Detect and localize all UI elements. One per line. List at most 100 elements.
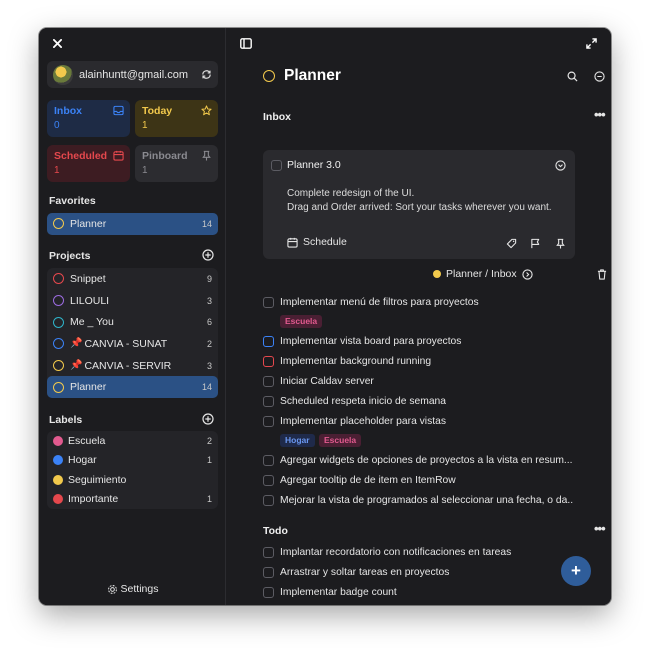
task-checkbox[interactable] xyxy=(263,547,274,558)
label-item-importante[interactable]: Importante 1 xyxy=(47,490,218,510)
task-checkbox[interactable] xyxy=(263,495,274,506)
project-item-lilouli[interactable]: LILOULI 3 xyxy=(47,290,218,312)
main-panel: Planner Inbox ••• Planner 3.0 Complete r… xyxy=(227,28,611,605)
task-row[interactable]: Implementar menú de filtros para proyect… xyxy=(263,297,573,308)
todo-section-title: Todo xyxy=(263,525,288,537)
task-row[interactable]: Scheduled respeta inicio de semana xyxy=(263,396,573,407)
task-row[interactable]: Implementar vista board para proyectos xyxy=(263,336,573,347)
pushpin-icon: 📌 xyxy=(70,360,83,372)
label-dot-icon xyxy=(53,474,63,485)
today-card[interactable]: Today 1 xyxy=(135,100,218,137)
task-checkbox[interactable] xyxy=(263,356,274,367)
inbox-section-menu-icon[interactable]: ••• xyxy=(594,107,606,122)
task-row[interactable]: Agregar widgets de opciones de proyectos… xyxy=(263,455,573,466)
task-checkbox[interactable] xyxy=(263,475,274,486)
account-email: alainhuntt@gmail.com xyxy=(79,68,188,81)
tag-icon[interactable] xyxy=(505,237,517,249)
project-ring-icon xyxy=(53,381,64,393)
close-icon[interactable] xyxy=(51,37,63,49)
flag-icon[interactable] xyxy=(529,237,541,249)
projects-title: Projects xyxy=(49,250,91,262)
settings-button[interactable]: Settings xyxy=(39,583,226,595)
task-checkbox[interactable] xyxy=(263,416,274,427)
task-detail-title[interactable]: Planner 3.0 xyxy=(287,159,341,171)
labels-list: Escuela 2 Hogar 1 Seguimiento Importante… xyxy=(47,431,218,509)
project-label: CANVIA - SUNAT xyxy=(84,337,168,350)
settings-label: Settings xyxy=(120,583,159,595)
task-checkbox[interactable] xyxy=(263,376,274,387)
fullscreen-icon[interactable] xyxy=(585,37,597,49)
task-detail-notes[interactable]: Complete redesign of the UI. Drag and Or… xyxy=(287,187,552,214)
today-card-count: 1 xyxy=(142,120,148,131)
task-row[interactable]: Iniciar Caldav server xyxy=(263,376,573,387)
project-ring-icon xyxy=(53,295,64,307)
project-label: LILOULI xyxy=(70,294,110,307)
label-name: Escuela xyxy=(68,434,106,447)
task-label: Implantar recordatorio con notificacione… xyxy=(280,547,512,558)
project-label: Snippet xyxy=(70,272,106,285)
task-row[interactable]: Agregar tooltip de de item en ItemRow xyxy=(263,475,573,486)
todo-section-menu-icon[interactable]: ••• xyxy=(594,521,606,536)
scheduled-card[interactable]: Scheduled 1 xyxy=(47,145,130,182)
sync-icon[interactable] xyxy=(201,69,212,80)
task-checkbox[interactable] xyxy=(271,160,282,171)
project-color-dot xyxy=(433,270,441,278)
task-checkbox[interactable] xyxy=(263,396,274,407)
task-label: Implementar placeholder para vistas xyxy=(280,416,446,427)
task-row[interactable]: Mejorar la vista de programados al selec… xyxy=(263,495,573,506)
breadcrumb-label: Planner / Inbox xyxy=(446,268,517,280)
project-ring-icon xyxy=(53,218,64,230)
project-item-snippet[interactable]: Snippet 9 xyxy=(47,268,218,290)
account-row[interactable]: alainhuntt@gmail.com xyxy=(47,61,218,88)
project-count: 3 xyxy=(206,360,212,371)
task-row[interactable]: Implementar placeholder para vistas xyxy=(263,416,573,427)
label-name: Importante xyxy=(68,493,119,506)
sidebar-toggle-icon[interactable] xyxy=(240,37,252,49)
add-project-icon[interactable] xyxy=(202,249,214,261)
task-checkbox[interactable] xyxy=(263,297,274,308)
favorite-item-planner[interactable]: Planner 14 xyxy=(47,213,218,235)
schedule-label: Schedule xyxy=(303,236,347,248)
task-row[interactable]: Implementar badge count xyxy=(263,587,573,598)
task-checkbox[interactable] xyxy=(263,587,274,598)
collapse-chevron-icon[interactable] xyxy=(554,159,566,171)
project-count: 2 xyxy=(206,338,212,349)
pin-icon[interactable] xyxy=(554,237,566,249)
project-item-me-you[interactable]: Me _ You 6 xyxy=(47,311,218,333)
pinboard-card[interactable]: Pinboard 1 xyxy=(135,145,218,182)
notes-line: Drag and Order arrived: Sort your tasks … xyxy=(287,201,552,213)
task-checkbox[interactable] xyxy=(263,336,274,347)
project-ring-icon xyxy=(53,338,64,350)
add-label-icon[interactable] xyxy=(202,413,214,425)
task-label: Agregar widgets de opciones de proyectos… xyxy=(280,455,573,466)
project-item-canvia-servir[interactable]: 📌 CANVIA - SERVIR 3 xyxy=(47,355,218,377)
inbox-icon xyxy=(113,105,124,116)
label-item-escuela[interactable]: Escuela 2 xyxy=(47,431,218,451)
more-options-icon[interactable] xyxy=(593,70,605,82)
task-checkbox[interactable] xyxy=(263,455,274,466)
app-window: alainhuntt@gmail.com Inbox 0 Today 1 Sch… xyxy=(39,28,611,605)
label-dot-icon xyxy=(53,435,63,446)
schedule-button[interactable]: Schedule xyxy=(287,236,347,248)
label-item-hogar[interactable]: Hogar 1 xyxy=(47,451,218,471)
trash-icon[interactable] xyxy=(596,268,608,280)
task-row[interactable]: Implementar background running xyxy=(263,356,573,367)
breadcrumb[interactable]: Planner / Inbox xyxy=(433,268,533,280)
task-checkbox[interactable] xyxy=(263,567,274,578)
project-item-canvia-sunat[interactable]: 📌 CANVIA - SUNAT 2 xyxy=(47,333,218,355)
search-icon[interactable] xyxy=(566,70,578,82)
project-count: 3 xyxy=(206,295,212,306)
arrow-circle-icon xyxy=(522,268,533,280)
task-row[interactable]: Implantar recordatorio con notificacione… xyxy=(263,547,573,558)
pushpin-icon: 📌 xyxy=(70,338,83,350)
project-item-planner[interactable]: Planner 14 xyxy=(47,376,218,399)
inbox-section-title: Inbox xyxy=(263,111,291,123)
label-item-seguimiento[interactable]: Seguimiento xyxy=(47,470,218,490)
notes-line: Complete redesign of the UI. xyxy=(287,188,415,199)
calendar-icon xyxy=(113,150,124,161)
task-row[interactable]: Arrastrar y soltar tareas en proyectos xyxy=(263,567,573,578)
task-label: Mejorar la vista de programados al selec… xyxy=(280,495,573,506)
add-task-button[interactable]: + xyxy=(561,556,591,586)
inbox-card[interactable]: Inbox 0 xyxy=(47,100,130,137)
avatar xyxy=(53,64,73,85)
